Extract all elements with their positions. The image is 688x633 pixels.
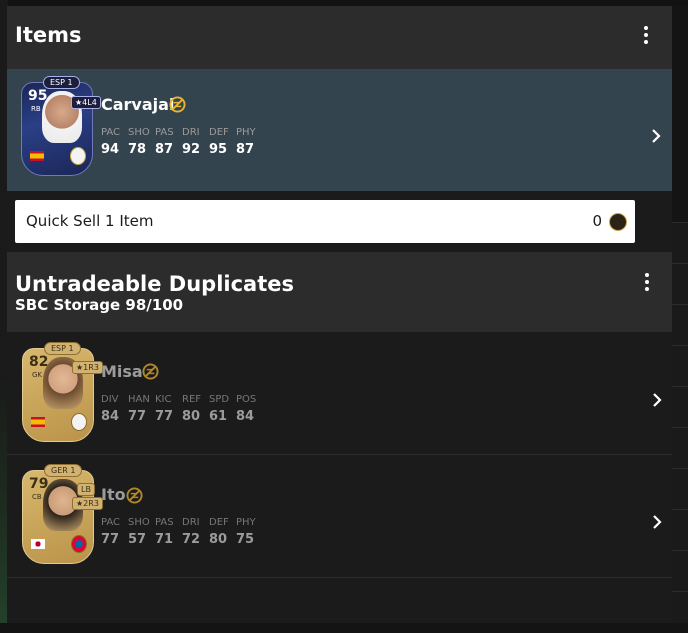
chevron-right-icon[interactable] xyxy=(650,128,662,144)
duplicate-row-misa[interactable]: 82 GK ESP 1 ★1R3 Misa DIV HAN KIC REF SP… xyxy=(7,332,672,454)
stat-value: 95 xyxy=(209,142,228,157)
side-list-item[interactable] xyxy=(672,263,688,305)
duplicate-row-ito[interactable]: 79 CB GER 1 LB ★2R3 Ito PAC SHO PAS DRI … xyxy=(7,455,672,577)
stat-label: HAN xyxy=(128,394,150,405)
spain-flag-icon xyxy=(30,151,44,161)
skill-tag: ★1R3 xyxy=(72,361,103,374)
card-position: CB xyxy=(32,493,42,501)
stat-value: 92 xyxy=(182,142,201,157)
quick-sell-button[interactable]: Quick Sell 1 Item 0 xyxy=(15,200,635,243)
stat-value: 72 xyxy=(182,532,201,547)
league-tag: ESP 1 xyxy=(43,76,80,89)
coin-icon xyxy=(609,213,627,231)
side-list-clipped xyxy=(672,222,688,623)
stat-label: PAC xyxy=(101,517,121,528)
stat-labels: PAC SHO PAS DRI DEF PHY xyxy=(101,127,263,138)
chevron-right-icon[interactable] xyxy=(651,514,663,530)
side-list-item[interactable] xyxy=(672,427,688,469)
stat-values: 84 77 77 80 61 84 xyxy=(101,409,263,424)
side-list-item[interactable] xyxy=(672,304,688,346)
items-header: Items xyxy=(7,6,672,69)
league-tag: ESP 1 xyxy=(44,342,81,355)
stat-label: DRI xyxy=(182,127,200,138)
stat-label: PHY xyxy=(236,127,256,138)
stat-value: 87 xyxy=(155,142,174,157)
stat-label: REF xyxy=(182,394,202,405)
stat-value: 57 xyxy=(128,532,147,547)
stat-label: PHY xyxy=(236,517,256,528)
sbc-storage-label: SBC Storage 98/100 xyxy=(15,296,184,314)
stat-value: 84 xyxy=(101,409,120,424)
side-list-item[interactable] xyxy=(672,550,688,592)
alt-position-tag: LB xyxy=(77,483,95,496)
card-position: GK xyxy=(32,371,43,379)
stat-value: 87 xyxy=(236,142,255,157)
quick-sell-label: Quick Sell 1 Item xyxy=(26,212,154,230)
duplicates-header: Untradeable Duplicates SBC Storage 98/10… xyxy=(7,252,672,332)
side-list-item[interactable] xyxy=(672,591,688,633)
duplicates-title: Untradeable Duplicates xyxy=(15,272,295,296)
stat-label: DEF xyxy=(209,127,229,138)
side-list-item[interactable] xyxy=(672,222,688,264)
side-list-item[interactable] xyxy=(672,386,688,428)
stat-label: SPD xyxy=(209,394,230,405)
row-divider xyxy=(7,577,672,578)
player-name: Ito xyxy=(101,485,126,504)
stat-value: 84 xyxy=(236,409,255,424)
stat-value: 77 xyxy=(128,409,147,424)
stat-label: KIC xyxy=(155,394,172,405)
stat-value: 78 xyxy=(128,142,147,157)
club-crest-icon xyxy=(70,147,86,165)
items-panel: Items 95 RB ESP 1 ★4L4 Carvajal PAC SHO … xyxy=(7,6,672,623)
untradeable-icon xyxy=(126,487,143,504)
stat-label: DIV xyxy=(101,394,119,405)
stat-value: 80 xyxy=(182,409,201,424)
stat-value: 80 xyxy=(209,532,228,547)
items-title: Items xyxy=(15,23,82,47)
stat-label: PAS xyxy=(155,517,174,528)
skill-tag: ★2R3 xyxy=(72,497,103,510)
quick-sell-value: 0 xyxy=(592,212,602,230)
stat-value: 61 xyxy=(209,409,228,424)
stat-value: 77 xyxy=(101,532,120,547)
stat-value: 71 xyxy=(155,532,174,547)
skill-tag: ★4L4 xyxy=(71,96,101,109)
selected-item-row[interactable]: 95 RB ESP 1 ★4L4 Carvajal PAC SHO PAS DR… xyxy=(7,69,672,191)
chevron-right-icon[interactable] xyxy=(651,392,663,408)
player-name: Misa xyxy=(101,362,143,381)
stat-labels: DIV HAN KIC REF SPD POS xyxy=(101,394,263,405)
stat-label: POS xyxy=(236,394,257,405)
spain-flag-icon xyxy=(31,417,45,427)
stat-label: PAS xyxy=(155,127,174,138)
stat-value: 94 xyxy=(101,142,120,157)
stat-label: DEF xyxy=(209,517,229,528)
club-crest-icon xyxy=(71,413,87,431)
stat-value: 75 xyxy=(236,532,255,547)
stat-value: 77 xyxy=(155,409,174,424)
club-crest-icon xyxy=(71,535,87,553)
stat-label: PAC xyxy=(101,127,121,138)
side-list-item[interactable] xyxy=(672,468,688,510)
stat-values: 94 78 87 92 95 87 xyxy=(101,142,263,157)
duplicates-kebab-menu-icon[interactable] xyxy=(645,273,651,294)
side-list-item[interactable] xyxy=(672,345,688,387)
untradeable-icon xyxy=(142,363,159,380)
japan-flag-icon xyxy=(31,539,45,549)
stat-label: SHO xyxy=(128,127,150,138)
stat-label: SHO xyxy=(128,517,150,528)
stat-label: DRI xyxy=(182,517,200,528)
items-kebab-menu-icon[interactable] xyxy=(644,26,650,47)
card-position: RB xyxy=(31,105,41,113)
league-tag: GER 1 xyxy=(44,464,83,477)
stat-values: 77 57 71 72 80 75 xyxy=(101,532,263,547)
stat-labels: PAC SHO PAS DRI DEF PHY xyxy=(101,517,263,528)
player-name: Carvajal xyxy=(101,95,175,114)
untradeable-icon xyxy=(169,96,186,113)
side-list-item[interactable] xyxy=(672,509,688,551)
